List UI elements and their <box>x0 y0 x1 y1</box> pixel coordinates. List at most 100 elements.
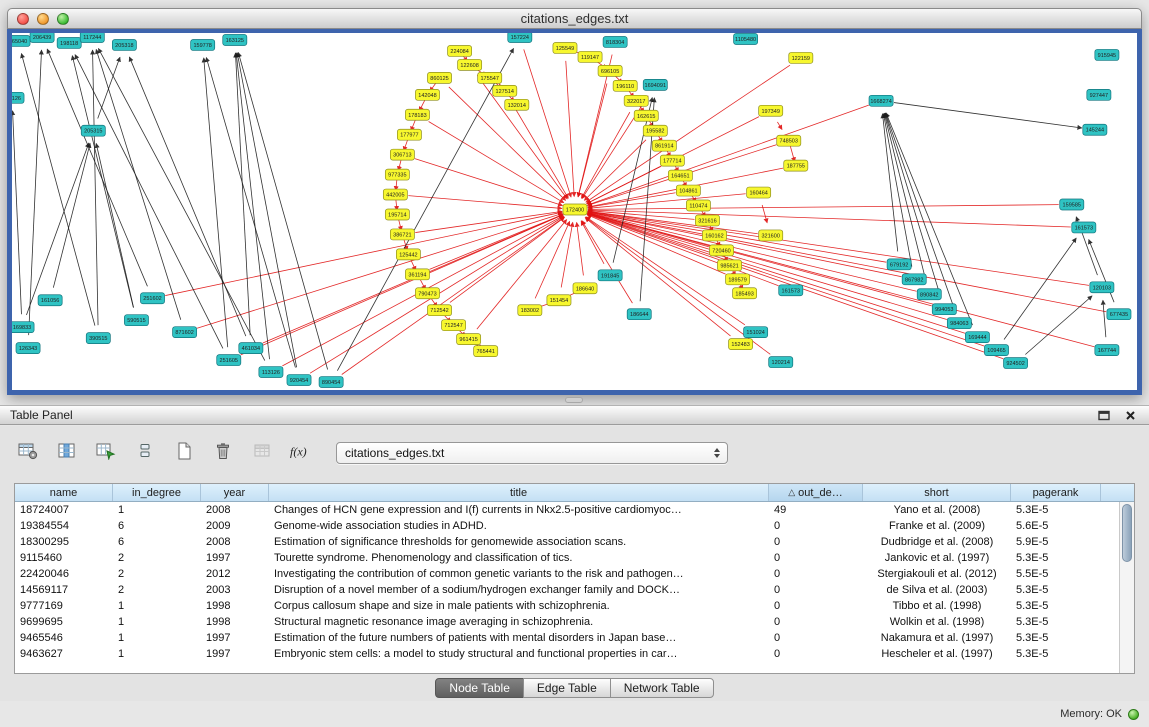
table-settings-button[interactable] <box>14 440 42 466</box>
graph-node-yellow[interactable]: 748503 <box>777 135 801 146</box>
graph-node-teal[interactable]: 818304 <box>603 36 627 47</box>
graph-node-teal[interactable]: 206439 <box>30 33 54 42</box>
graph-node-teal[interactable]: 1668274 <box>869 95 893 106</box>
graph-node-yellow[interactable]: 961415 <box>457 334 481 345</box>
close-panel-icon[interactable] <box>1123 408 1137 422</box>
graph-node-teal[interactable]: 159778 <box>191 39 215 50</box>
graph-node-teal[interactable]: 145244 <box>1083 124 1107 135</box>
vertical-scrollbar[interactable] <box>1119 502 1134 673</box>
table-source-combobox[interactable]: citations_edges.txt <box>336 442 728 464</box>
graph-node-teal[interactable]: 120214 <box>769 357 793 368</box>
graph-node-yellow[interactable]: 122608 <box>458 59 482 70</box>
graph-node-teal[interactable]: 169444 <box>965 332 989 343</box>
graph-node-teal[interactable]: 169833 <box>12 322 34 333</box>
graph-node-yellow[interactable]: 196110 <box>613 80 637 91</box>
graph-node-yellow[interactable]: 712542 <box>427 305 451 316</box>
column-header-year[interactable]: year <box>201 484 269 501</box>
graph-node-teal[interactable]: 186644 <box>627 309 651 320</box>
float-panel-icon[interactable] <box>1097 408 1111 422</box>
graph-node-yellow[interactable]: 178183 <box>405 109 429 120</box>
graph-node-teal[interactable]: 871602 <box>173 327 197 338</box>
graph-node-yellow[interactable]: 790473 <box>415 288 439 299</box>
column-header-pagerank[interactable]: pagerank <box>1011 484 1101 501</box>
table-row[interactable]: 911546021997Tourette syndrome. Phenomeno… <box>15 550 1134 566</box>
graph-node-teal[interactable]: 461034 <box>239 343 263 354</box>
graph-node-teal[interactable]: 679192 <box>887 259 911 270</box>
table-row[interactable]: 1456911722003Disruption of a novel membe… <box>15 582 1134 598</box>
graph-node-yellow[interactable]: 122159 <box>789 52 813 63</box>
table-row[interactable]: 1938455462009Genome-wide association stu… <box>15 518 1134 534</box>
graph-node-teal[interactable]: 131126 <box>12 92 24 103</box>
zoom-window-button[interactable] <box>57 13 69 25</box>
graph-node-yellow[interactable]: 142048 <box>415 89 439 100</box>
graph-node-yellow[interactable]: 187755 <box>784 160 808 171</box>
graph-node-yellow[interactable]: 224084 <box>448 45 472 56</box>
graph-node-yellow[interactable]: 197349 <box>759 105 783 116</box>
graph-node-yellow[interactable]: 119147 <box>578 51 602 62</box>
graph-node-teal[interactable]: 191845 <box>598 270 622 281</box>
graph-node-teal[interactable]: 920454 <box>287 375 311 386</box>
table-row[interactable]: 969969511998Structural magnetic resonanc… <box>15 614 1134 630</box>
graph-node-teal[interactable]: 113126 <box>259 367 283 378</box>
graph-node-yellow[interactable]: 195714 <box>385 209 409 220</box>
graph-node-teal[interactable]: 915945 <box>1095 49 1119 60</box>
graph-node-yellow[interactable]: 151454 <box>547 295 571 306</box>
delete-button[interactable] <box>209 440 237 466</box>
graph-node-teal[interactable]: 163125 <box>223 34 247 45</box>
window-titlebar[interactable]: citations_edges.txt <box>7 8 1142 29</box>
graph-node-teal[interactable]: 120103 <box>1090 282 1114 293</box>
graph-node-teal[interactable]: 205318 <box>112 39 136 50</box>
graph-node-yellow[interactable]: 183002 <box>518 305 542 316</box>
graph-node-teal[interactable]: 590515 <box>124 315 148 326</box>
graph-node-yellow[interactable]: 720460 <box>709 245 733 256</box>
graph-node-teal[interactable]: 251605 <box>217 355 241 366</box>
graph-node-teal[interactable]: 117244 <box>80 33 104 42</box>
column-header-name[interactable]: name <box>15 484 113 501</box>
column-header-title[interactable]: title <box>269 484 769 501</box>
graph-node-yellow[interactable]: 712547 <box>442 320 466 331</box>
graph-node-teal[interactable]: 198118 <box>57 37 81 48</box>
graph-node-yellow[interactable]: 322017 <box>624 95 648 106</box>
new-document-button[interactable] <box>170 440 198 466</box>
graph-node-yellow[interactable]: 765441 <box>474 346 498 357</box>
graph-node-teal[interactable]: 1694091 <box>643 79 667 90</box>
graph-node-teal[interactable]: 924502 <box>1004 358 1028 369</box>
graph-node-yellow[interactable]: 189579 <box>726 274 750 285</box>
select-columns-button[interactable] <box>53 440 81 466</box>
graph-node-yellow[interactable]: 195582 <box>643 125 667 136</box>
graph-node-teal[interactable]: 205315 <box>81 125 105 136</box>
import-table-button[interactable] <box>248 440 276 466</box>
graph-node-yellow[interactable]: 152483 <box>729 339 753 350</box>
graph-node-yellow[interactable]: 361194 <box>405 269 429 280</box>
graph-node-yellow[interactable]: 177714 <box>660 155 684 166</box>
graph-node-teal[interactable]: 994053 <box>932 304 956 315</box>
column-header-in-degree[interactable]: in_degree <box>113 484 201 501</box>
graph-node-yellow[interactable]: 162615 <box>634 110 658 121</box>
graph-node-yellow[interactable]: 132014 <box>505 99 529 110</box>
graph-node-yellow[interactable]: 442005 <box>383 189 407 200</box>
graph-node-teal[interactable]: 390515 <box>86 333 110 344</box>
table-row[interactable]: 1872400712008Changes of HCN gene express… <box>15 502 1134 518</box>
splitter-grip-icon[interactable] <box>565 397 583 403</box>
tab-edge-table[interactable]: Edge Table <box>523 678 611 698</box>
column-header-out-de-[interactable]: △out_de… <box>769 484 863 501</box>
graph-node-yellow[interactable]: 186640 <box>573 283 597 294</box>
graph-node-yellow[interactable]: 160162 <box>702 230 726 241</box>
graph-node-yellow[interactable]: 125442 <box>396 249 420 260</box>
graph-node-teal[interactable]: 984063 <box>947 318 971 329</box>
graph-node-yellow[interactable]: 185493 <box>733 288 757 299</box>
graph-node-yellow[interactable]: 175547 <box>478 72 502 83</box>
graph-node-teal[interactable]: 167744 <box>1095 345 1119 356</box>
graph-node-yellow[interactable]: 860125 <box>427 72 451 83</box>
graph-node-yellow[interactable]: 125549 <box>553 42 577 53</box>
minimize-window-button[interactable] <box>37 13 49 25</box>
graph-node-yellow[interactable]: 386721 <box>390 229 414 240</box>
graph-node-yellow[interactable]: 985621 <box>718 260 742 271</box>
graph-node-yellow[interactable]: 861914 <box>652 140 676 151</box>
graph-node-teal[interactable]: 890454 <box>319 377 343 388</box>
graph-node-teal[interactable]: 157224 <box>508 33 532 42</box>
panel-splitter[interactable] <box>0 395 1149 405</box>
graph-node-teal[interactable]: 890842 <box>917 289 941 300</box>
graph-node-yellow[interactable]: 177977 <box>397 129 421 140</box>
scrollbar-thumb[interactable] <box>1122 504 1132 562</box>
